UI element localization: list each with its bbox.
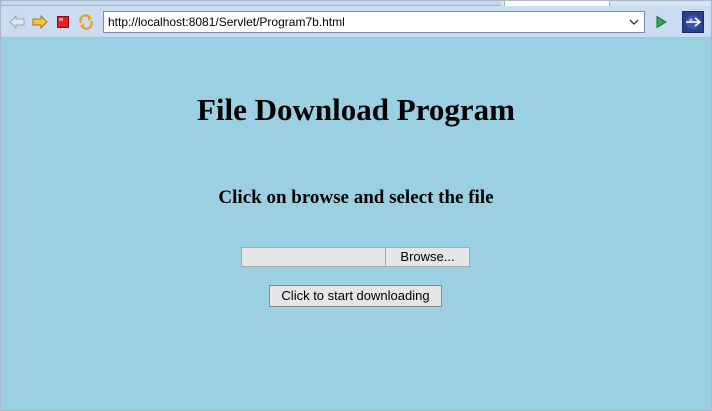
browse-button[interactable]: Browse... [386, 247, 470, 267]
browser-window: File Download Program Click on browse an… [0, 0, 712, 411]
back-arrow-icon[interactable] [8, 13, 26, 31]
chevron-down-icon[interactable] [626, 14, 642, 30]
page-content: File Download Program Click on browse an… [1, 38, 711, 410]
eclipse-browser-icon[interactable] [682, 11, 704, 33]
refresh-icon[interactable] [77, 13, 95, 31]
stop-icon[interactable] [54, 13, 72, 31]
start-download-button[interactable]: Click to start downloading [269, 285, 442, 307]
file-input[interactable]: Browse... [241, 247, 470, 267]
url-input[interactable] [108, 13, 618, 31]
go-play-icon[interactable] [652, 13, 670, 31]
page-title: File Download Program [196, 92, 515, 127]
file-path-field[interactable] [241, 247, 386, 267]
instruction-text: Click on browse and select the file [218, 187, 494, 208]
forward-arrow-icon[interactable] [31, 13, 49, 31]
browser-toolbar [1, 6, 711, 38]
address-bar[interactable] [103, 11, 645, 33]
